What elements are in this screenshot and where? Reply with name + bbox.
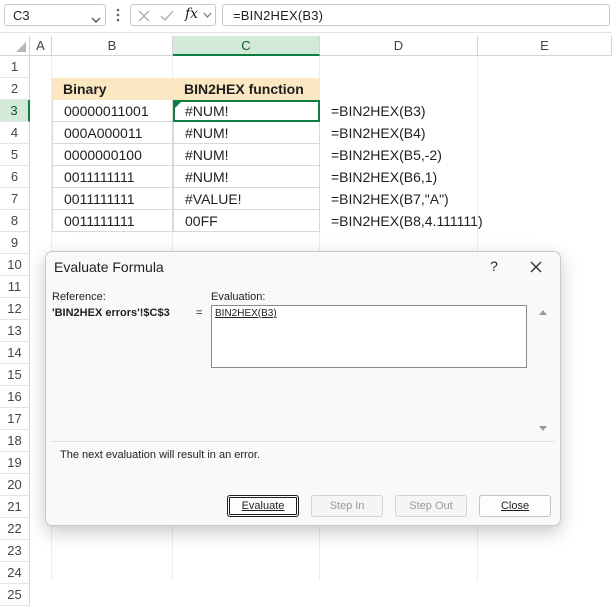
row-header-20[interactable]: 20 — [0, 474, 30, 496]
name-box[interactable]: C3 — [4, 4, 106, 26]
equals-sign: = — [196, 307, 203, 319]
cell-b5[interactable]: 0000000100 — [52, 144, 173, 166]
cell-c3[interactable]: #NUM! — [173, 100, 320, 122]
cell-d3[interactable]: =BIN2HEX(B3) — [320, 100, 480, 122]
cell-d8[interactable]: =BIN2HEX(B8,4.111111) — [320, 210, 490, 232]
evaluation-text: BIN2HEX(B3) — [215, 308, 277, 319]
column-header-c[interactable]: C — [173, 36, 320, 56]
formula-bar: C3 fx =BIN2HEX(B3) — [0, 0, 612, 33]
row-header-25[interactable]: 25 — [0, 584, 30, 606]
column-header-a[interactable]: A — [30, 36, 52, 56]
step-in-button[interactable]: Step In — [311, 495, 383, 517]
cell-d6[interactable]: =BIN2HEX(B6,1) — [320, 166, 480, 188]
cell-d4[interactable]: =BIN2HEX(B4) — [320, 122, 480, 144]
row-header-8[interactable]: 8 — [0, 210, 30, 232]
row-header-5[interactable]: 5 — [0, 144, 30, 166]
row-header-18[interactable]: 18 — [0, 430, 30, 452]
step-in-button-label: Step In — [329, 500, 365, 512]
row-header-10[interactable]: 10 — [0, 254, 30, 276]
row-header-22[interactable]: 22 — [0, 518, 30, 540]
column-header-e[interactable]: E — [478, 36, 612, 56]
error-indicator-icon[interactable] — [175, 102, 181, 108]
insert-function-icon[interactable]: fx — [185, 6, 198, 22]
cancel-icon[interactable] — [137, 9, 151, 23]
cell-c6[interactable]: #NUM! — [173, 166, 320, 188]
more-options-icon[interactable] — [114, 6, 122, 24]
reference-label: Reference: — [52, 291, 106, 303]
row-header-2[interactable]: 2 — [0, 78, 30, 100]
close-button[interactable]: Close — [479, 495, 551, 517]
divider — [51, 441, 555, 442]
table-header-function[interactable]: BIN2HEX function — [173, 78, 320, 100]
row-header-17[interactable]: 17 — [0, 408, 30, 430]
cell-b7[interactable]: 0011111111 — [52, 188, 173, 210]
row-header-6[interactable]: 6 — [0, 166, 30, 188]
confirm-icon[interactable] — [159, 9, 175, 23]
evaluate-formula-dialog: Evaluate Formula ? Reference: 'BIN2HEX e… — [45, 251, 561, 526]
table-header-binary[interactable]: Binary — [52, 78, 173, 100]
cell-b6[interactable]: 0011111111 — [52, 166, 173, 188]
row-header-9[interactable]: 9 — [0, 232, 30, 254]
row-header-16[interactable]: 16 — [0, 386, 30, 408]
evaluate-button[interactable]: Evaluate — [227, 495, 299, 517]
row-header-21[interactable]: 21 — [0, 496, 30, 518]
cell-b3[interactable]: 00000011001 — [52, 100, 173, 122]
row-header-4[interactable]: 4 — [0, 122, 30, 144]
row-header-14[interactable]: 14 — [0, 342, 30, 364]
cell-b4[interactable]: 000A000011 — [52, 122, 173, 144]
select-all-corner[interactable] — [0, 36, 30, 56]
close-button-label: Close — [500, 500, 530, 512]
name-box-value: C3 — [13, 8, 30, 23]
row-header-12[interactable]: 12 — [0, 298, 30, 320]
cell-d5[interactable]: =BIN2HEX(B5,-2) — [320, 144, 480, 166]
reference-value: 'BIN2HEX errors'!$C$3 — [52, 307, 170, 319]
column-header-d[interactable]: D — [320, 36, 478, 56]
close-icon[interactable] — [526, 258, 546, 276]
evaluation-scrollbar[interactable] — [536, 305, 550, 436]
evaluate-button-label: Evaluate — [241, 500, 285, 512]
row-header-13[interactable]: 13 — [0, 320, 30, 342]
cell-c7[interactable]: #VALUE! — [173, 188, 320, 210]
row-header-23[interactable]: 23 — [0, 540, 30, 562]
row-header-15[interactable]: 15 — [0, 364, 30, 386]
help-icon[interactable]: ? — [486, 258, 502, 276]
dialog-title: Evaluate Formula — [54, 259, 164, 275]
step-out-button[interactable]: Step Out — [395, 495, 467, 517]
row-header-3[interactable]: 3 — [0, 100, 30, 122]
row-header-7[interactable]: 7 — [0, 188, 30, 210]
cell-c4[interactable]: #NUM! — [173, 122, 320, 144]
status-message: The next evaluation will result in an er… — [60, 449, 260, 461]
chevron-down-icon[interactable] — [91, 11, 101, 29]
cell-d7[interactable]: =BIN2HEX(B7,"A") — [320, 188, 480, 210]
row-header-1[interactable]: 1 — [0, 56, 30, 78]
formula-input[interactable]: =BIN2HEX(B3) — [222, 4, 610, 26]
cell-c8[interactable]: 00FF — [173, 210, 320, 232]
row-header-11[interactable]: 11 — [0, 276, 30, 298]
row-header-19[interactable]: 19 — [0, 452, 30, 474]
column-header-b[interactable]: B — [52, 36, 173, 56]
evaluation-textbox[interactable]: BIN2HEX(B3) — [211, 305, 527, 368]
cell-c5[interactable]: #NUM! — [173, 144, 320, 166]
chevron-down-icon[interactable] — [203, 12, 212, 19]
formula-text: =BIN2HEX(B3) — [233, 8, 324, 23]
cell-b8[interactable]: 0011111111 — [52, 210, 173, 232]
formula-tools: fx — [130, 4, 216, 26]
step-out-button-label: Step Out — [409, 500, 453, 512]
evaluation-label: Evaluation: — [211, 291, 266, 303]
